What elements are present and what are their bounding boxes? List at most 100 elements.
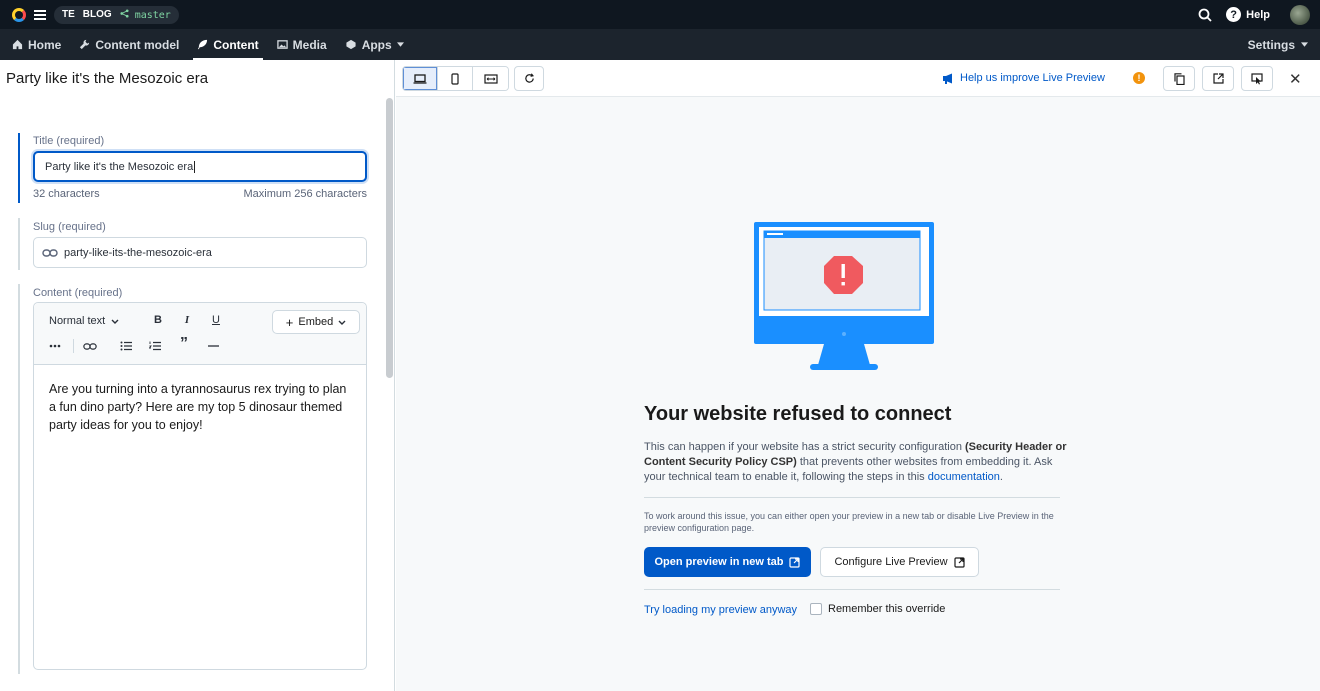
refresh-button[interactable] (514, 66, 544, 91)
help-label: Help (1246, 8, 1270, 21)
chevron-down-icon (111, 319, 119, 324)
feather-icon (198, 39, 208, 50)
italic-button[interactable]: I (181, 314, 193, 326)
space-initials: TE (62, 9, 75, 20)
nav-label-apps: Apps (361, 37, 392, 52)
space-switcher[interactable]: TE BLOG master (54, 5, 179, 24)
mobile-view-button[interactable] (438, 67, 473, 90)
entry-editor: Party like it's the Mesozoic era Title (… (0, 60, 395, 691)
hyperlink-button[interactable] (82, 339, 98, 353)
environment-name: master (134, 9, 171, 21)
avatar[interactable] (1290, 4, 1310, 25)
external-link-icon (953, 556, 965, 568)
remember-override-label: Remember this override (828, 603, 946, 615)
underline-icon: U (212, 314, 220, 326)
embed-label: Embed (298, 316, 334, 328)
error-title: Your website refused to connect (644, 403, 952, 425)
title-input[interactable]: Party like it's the Mesozoic era (33, 151, 367, 182)
responsive-view-button[interactable] (473, 67, 508, 90)
help-icon: ? (1226, 7, 1242, 22)
open-preview-new-tab-button[interactable]: Open preview in new tab (644, 547, 811, 577)
error-description: This can happen if your website has a st… (644, 440, 1072, 485)
nav-item-content[interactable]: Content (191, 29, 264, 60)
try-loading-preview-link[interactable]: Try loading my preview anyway (644, 604, 797, 616)
format-select[interactable]: Normal text (49, 315, 119, 327)
ellipsis-icon (49, 344, 61, 348)
divider (644, 497, 1060, 498)
caret-down-icon (1301, 42, 1308, 47)
embed-button[interactable]: + Embed (272, 310, 360, 334)
preview-toolbar: Help us improve Live Preview ! ✕ (396, 60, 1320, 97)
field-bar (18, 218, 20, 270)
open-external-button[interactable] (1202, 66, 1234, 91)
configure-label: Configure Live Preview (834, 556, 948, 568)
branch-icon (120, 8, 129, 18)
character-count: 32 characters (33, 188, 100, 200)
external-link-icon (789, 556, 801, 568)
entry-title: Party like it's the Mesozoic era (6, 70, 209, 87)
horizontal-rule-icon (207, 345, 219, 347)
caret-down-icon (396, 42, 404, 47)
configure-live-preview-button[interactable]: Configure Live Preview (820, 547, 979, 577)
nav-item-home[interactable]: Home (6, 29, 67, 60)
workaround-note: To work around this issue, you can eithe… (644, 511, 1054, 533)
nav-item-content-model[interactable]: Content model (73, 29, 185, 60)
error-description-end: . (999, 471, 1003, 483)
external-link-icon (1212, 73, 1224, 84)
documentation-link[interactable]: documentation (928, 471, 1000, 483)
bulleted-list-icon (120, 341, 132, 351)
content-field: Content (required) Normal text B I U + E… (18, 284, 368, 674)
slug-value: party-like-its-the-mesozoic-era (64, 246, 212, 259)
feedback-link[interactable]: Help us improve Live Preview (942, 72, 1105, 84)
toolbar-divider (73, 339, 74, 353)
top-bar: TE BLOG master ? Help (0, 0, 1320, 29)
mobile-icon (451, 72, 459, 85)
divider (644, 589, 1060, 590)
warning-icon[interactable]: ! (1133, 72, 1145, 84)
slug-field: Slug (required) party-like-its-the-mesoz… (18, 218, 368, 270)
format-select-value: Normal text (49, 315, 106, 327)
numbered-list-button[interactable] (148, 339, 162, 353)
field-focus-bar (18, 133, 20, 203)
bold-icon: B (154, 314, 162, 326)
image-icon (276, 40, 288, 49)
underline-button[interactable]: U (210, 314, 222, 326)
nav-item-apps[interactable]: Apps (339, 29, 410, 60)
bold-button[interactable]: B (152, 314, 164, 326)
device-switcher (402, 66, 509, 91)
resize-icon (483, 73, 498, 84)
settings-label: Settings (1247, 37, 1295, 52)
close-icon[interactable]: ✕ (1289, 70, 1302, 88)
inspector-mode-button[interactable] (1241, 66, 1273, 91)
remember-override-checkbox[interactable] (810, 603, 822, 615)
open-preview-label: Open preview in new tab (654, 556, 784, 568)
nav-label-content-model: Content model (95, 37, 180, 52)
help-menu[interactable]: ? Help (1226, 7, 1270, 22)
italic-icon: I (184, 314, 190, 326)
quote-button[interactable]: ” (177, 335, 191, 352)
desktop-view-button[interactable] (403, 67, 438, 90)
menu-icon[interactable] (34, 9, 46, 20)
search-icon[interactable] (1198, 8, 1212, 22)
slug-label: Slug (required) (33, 221, 106, 233)
more-options-button[interactable] (48, 339, 62, 353)
rich-text-body[interactable]: Are you turning into a tyrannosaurus rex… (34, 365, 366, 449)
remember-override-option[interactable]: Remember this override (810, 603, 945, 615)
cursor-box-icon (1251, 72, 1263, 84)
title-field: Title (required) Party like it's the Mes… (18, 133, 368, 203)
nav-item-media[interactable]: Media (271, 29, 333, 60)
settings-menu[interactable]: Settings (1248, 38, 1308, 52)
scrollbar[interactable] (386, 98, 393, 378)
bulleted-list-button[interactable] (119, 339, 133, 353)
laptop-icon (413, 73, 427, 84)
chevron-down-icon (338, 320, 346, 325)
contentful-logo-icon[interactable] (12, 7, 26, 22)
copy-url-button[interactable] (1163, 66, 1195, 91)
horizontal-rule-button[interactable] (206, 339, 220, 353)
title-label: Title (required) (33, 135, 105, 147)
content-label: Content (required) (33, 287, 123, 299)
main-nav: Home Content model Content Media Apps Se… (0, 29, 1320, 60)
copy-icon (1173, 72, 1185, 85)
nav-label-content: Content (213, 37, 259, 52)
slug-input[interactable]: party-like-its-the-mesozoic-era (33, 237, 367, 268)
